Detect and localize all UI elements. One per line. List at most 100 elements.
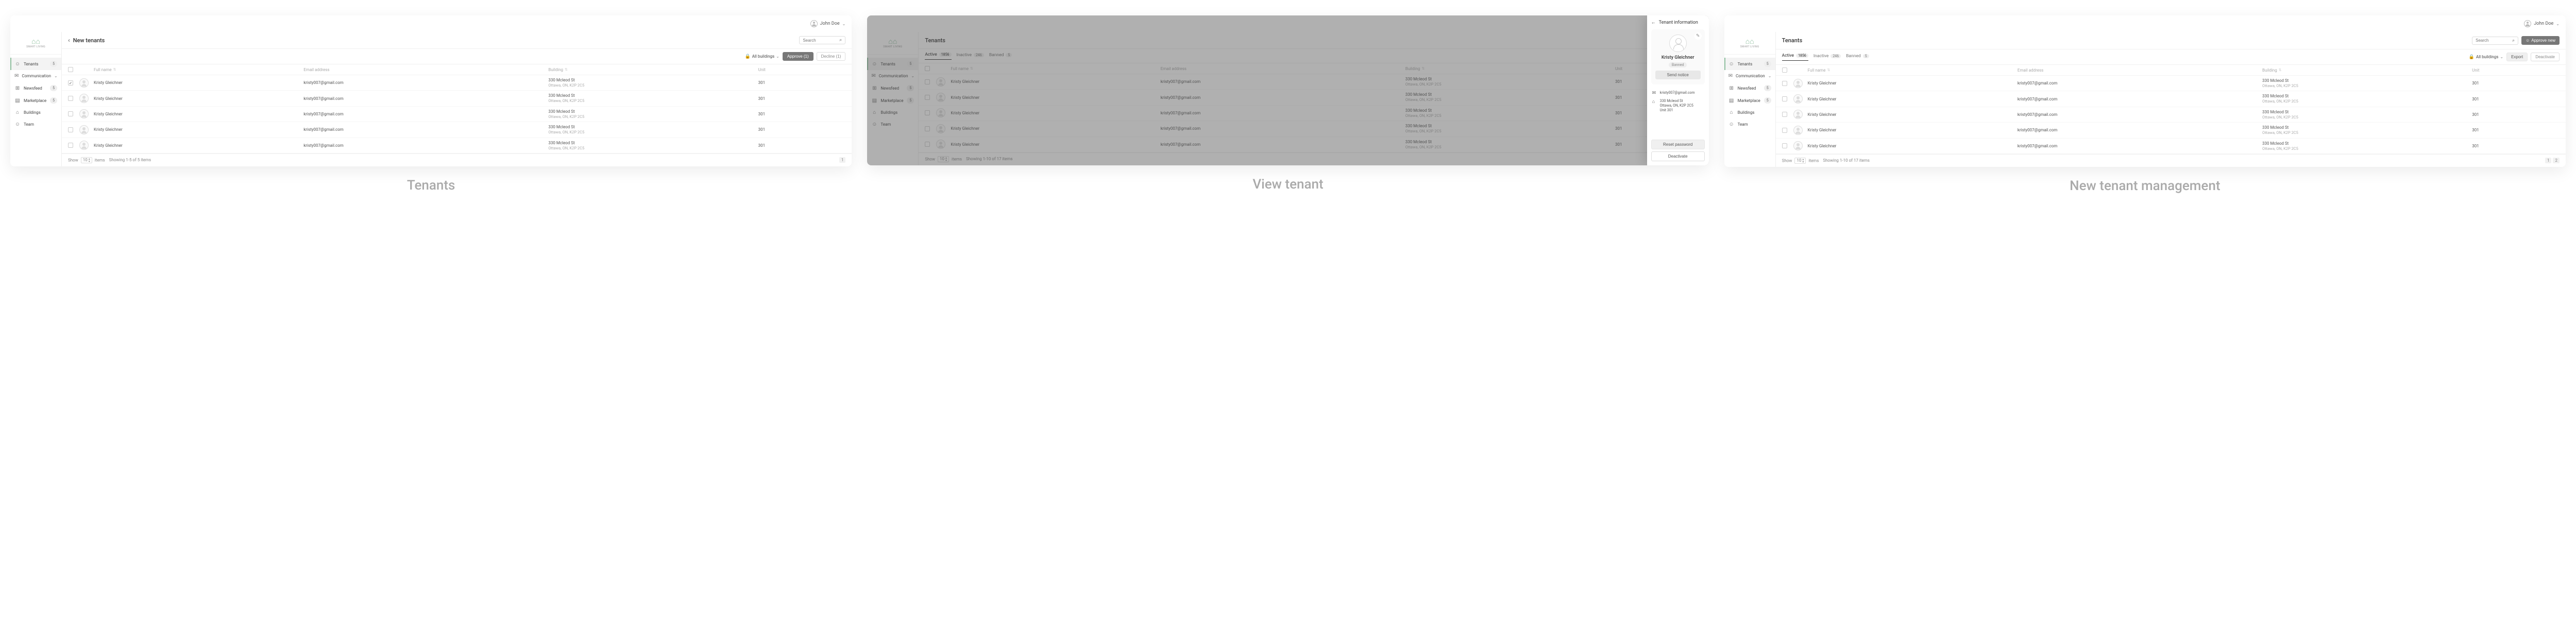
row-avatar [79,78,89,88]
show-label: Show [68,158,78,162]
row-checkbox[interactable] [68,111,73,116]
row-checkbox[interactable] [1782,112,1787,117]
logo[interactable]: ⌂⌂ SMART LIVING [1724,32,1775,55]
sidebar-item-marketplace[interactable]: ▤ Marketplace 5 [10,94,61,107]
tenant-email: kristy007@gmail.com [1660,91,1704,95]
sidebar-item-team[interactable]: ☺ Team [10,118,61,130]
search-box[interactable]: ⌕ [799,36,845,44]
row-checkbox[interactable] [68,80,73,86]
sidebar-item-communication[interactable]: ✉ Communication ⌄ [10,70,61,82]
select-all-checkbox[interactable] [1782,67,1787,73]
row-building: 330 Mcleod StOttawa, ON, K2P 2C5 [2262,110,2472,120]
tenant-address: 330 Mcleod St Ottawa, ON, K2P 2C5 Unit 3… [1660,99,1704,113]
sort-icon: ⇅ [565,67,568,72]
user-name: John Doe [820,21,840,26]
building-filter[interactable]: 🔒 All buildings ⌄ [2469,55,2503,60]
row-unit: 301 [758,80,846,85]
per-page-selector[interactable]: 10▴▾ [1794,158,1806,164]
decline-button[interactable]: Decline (1) [817,52,846,61]
user-menu[interactable]: John Doe ⌄ [810,20,846,27]
sidebar-item-newsfeed[interactable]: ⊞ Newsfeed 5 [1724,82,1775,94]
row-email: kristy007@gmail.com [303,112,548,116]
email-icon: ✉ [1652,91,1657,96]
nav-label: Communication [22,74,51,78]
search-icon: ⌕ [2512,38,2515,43]
tab-active[interactable]: Active1856 [1782,53,1808,61]
reset-password-button[interactable]: Reset password [1651,140,1705,149]
sidebar-item-tenants[interactable]: ☺ Tenants 5 [10,58,61,70]
tab-label: Inactive [1814,54,1829,59]
row-checkbox[interactable] [68,127,73,132]
sidebar: ⌂⌂ SMART LIVING ☺ Tenants 5 ✉ Communicat… [10,32,62,166]
tab-inactive[interactable]: Inactive246 [1814,54,1841,61]
row-unit: 301 [2472,97,2560,101]
select-all-checkbox[interactable] [68,67,73,72]
row-checkbox[interactable] [68,96,73,101]
sidebar-item-buildings[interactable]: ⌂ Buildings [10,107,61,118]
sidebar: ⌂⌂ SMART LIVING ☺ Tenants 5 ✉ Communicat… [1724,32,1776,167]
row-checkbox[interactable] [1782,143,1787,148]
table-row[interactable]: Kristy Gleichner kristy007@gmail.com 330… [1776,123,2566,138]
sidebar-item-newsfeed[interactable]: ⊞ Newsfeed 5 [10,82,61,94]
building-filter[interactable]: 🔒 All buildings ⌄ [745,54,779,59]
tab-banned[interactable]: Banned5 [1846,54,1869,61]
search-box[interactable]: ⌕ [2472,37,2518,45]
row-name: Kristy Gleichner [1808,128,2018,132]
nav-icon: ☺ [1728,61,1735,67]
row-checkbox[interactable] [1782,96,1787,101]
sidebar-item-communication[interactable]: ✉ Communication ⌄ [1724,70,1775,82]
col-building[interactable]: Building⇅ [548,67,758,72]
approve-new-button[interactable]: ☺ Approve new [2521,36,2560,45]
col-building[interactable]: Building⇅ [2262,68,2472,73]
modal-overlay[interactable] [867,15,1708,165]
logo[interactable]: ⌂⌂ SMART LIVING [10,32,61,55]
table-row[interactable]: Kristy Gleichner kristy007@gmail.com 330… [1776,139,2566,154]
sidebar-item-tenants[interactable]: ☺ Tenants 5 [1724,58,1775,70]
sidebar-item-team[interactable]: ☺ Team [1724,118,1775,130]
back-icon[interactable]: ‹ [68,37,70,44]
table-row[interactable]: Kristy Gleichner kristy007@gmail.com 330… [62,122,852,138]
sidebar-item-buildings[interactable]: ⌂ Buildings [1724,107,1775,118]
page-2[interactable]: 2 [2553,158,2560,163]
table-row[interactable]: Kristy Gleichner kristy007@gmail.com 330… [1776,91,2566,107]
row-checkbox[interactable] [68,143,73,148]
edit-icon[interactable]: ✎ [1694,32,1702,40]
search-input[interactable] [803,38,839,43]
caption: New tenant management [1724,178,2566,194]
table-row[interactable]: Kristy Gleichner kristy007@gmail.com 330… [62,107,852,122]
deactivate-button[interactable]: Deactivate [2531,53,2560,61]
tenant-name: Kristy Gleichner [1655,55,1701,60]
user-avatar-icon [810,20,818,27]
export-button[interactable]: Export [2506,53,2528,61]
table-row[interactable]: Kristy Gleichner kristy007@gmail.com 330… [62,91,852,106]
row-avatar [79,109,89,118]
per-page-selector[interactable]: 10▴▾ [81,157,92,163]
search-input[interactable] [2476,38,2512,43]
nav-badge: 5 [1764,85,1771,91]
table-row[interactable]: Kristy Gleichner kristy007@gmail.com 330… [1776,76,2566,91]
logo-mark-icon: ⌂⌂ [26,38,45,45]
drawer-back-icon[interactable]: ← [1651,20,1656,25]
col-fullname[interactable]: Full name⇅ [1808,68,2018,73]
row-checkbox[interactable] [1782,81,1787,86]
sidebar-item-marketplace[interactable]: ▤ Marketplace 5 [1724,94,1775,107]
deactivate-button[interactable]: Deactivate [1651,151,1705,161]
nav-label: Marketplace [24,98,47,103]
col-fullname[interactable]: Full name⇅ [94,67,303,72]
row-checkbox[interactable] [1782,128,1787,133]
table-row[interactable]: Kristy Gleichner kristy007@gmail.com 330… [62,75,852,91]
page-1[interactable]: 1 [2545,158,2552,163]
sort-icon: ⇅ [1827,68,1830,72]
table-row[interactable]: Kristy Gleichner kristy007@gmail.com 330… [1776,107,2566,123]
sort-icon: ⇅ [2279,68,2282,72]
row-name: Kristy Gleichner [94,127,303,132]
lock-icon: 🔒 [745,54,751,59]
approve-button[interactable]: Approve (1) [783,52,814,61]
table-row[interactable]: Kristy Gleichner kristy007@gmail.com 330… [62,138,852,154]
user-menu[interactable]: John Doe ⌄ [2524,20,2560,27]
send-notice-button[interactable]: Send notice [1655,71,1701,79]
row-building: 330 Mcleod StOttawa, ON, K2P 2C5 [548,109,758,119]
row-avatar [79,94,89,103]
page-1[interactable]: 1 [839,157,846,163]
tab-count: 5 [1863,54,1869,58]
